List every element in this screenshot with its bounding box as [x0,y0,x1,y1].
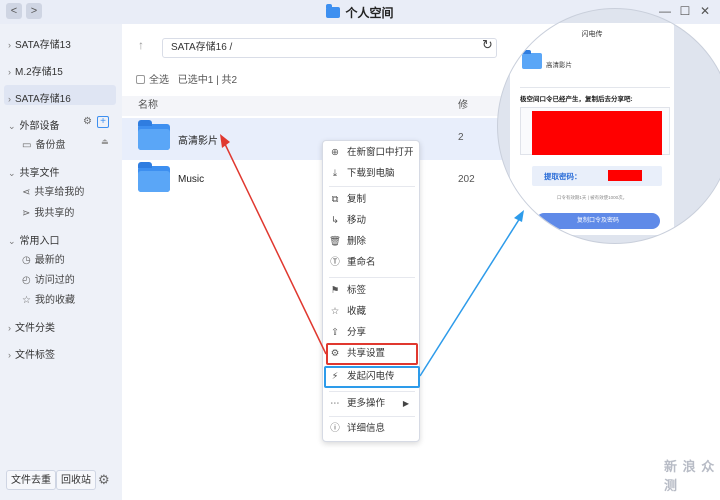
folder-icon [138,120,170,150]
highlight-box-share-settings [326,343,418,365]
add-device-icon[interactable]: + [97,116,109,128]
menu-separator [329,391,415,392]
menu-separator [329,186,415,187]
chevron-down-icon: ⌄ [8,168,16,178]
clock-icon: ◷ [22,255,31,266]
selection-status: 已选中1 | 共2 [177,75,238,86]
menu-separator [329,416,415,417]
menu-item-more[interactable]: ⋯ 更多操作 ▶ [329,395,415,413]
chevron-right-icon: › [8,40,11,50]
menu-item-details[interactable]: ⓘ 详细信息 [329,420,415,438]
sidebar-section-quick[interactable]: ⌄ 常用入口 [8,232,60,247]
context-menu: ⊕ 在新窗口中打开 ⤓ 下载到电脑 ⧉ 复制 ↳ 移动 🗑 删除 Ⓣ 重命名 ⚑ 标签 ☆ 收藏… [322,140,420,442]
file-date: 202 [458,174,475,185]
dialog-folder-name: 高清影片 [546,62,572,69]
sidebar-item-backup[interactable]: ▭ 备份盘 [22,136,65,151]
star-icon: ☆ [330,306,340,317]
file-date: 2 [458,132,464,143]
up-arrow-icon[interactable]: ↑ [138,38,144,52]
redaction-block [608,170,642,181]
selection-row: 全选 已选中1 | 共2 [136,71,237,86]
menu-item-favorite[interactable]: ☆ 收藏 [329,303,415,321]
file-name: Music [178,174,205,185]
column-modified[interactable]: 修 [458,96,468,116]
chevron-down-icon: ⌄ [8,236,16,246]
folder-icon [138,162,170,192]
open-new-window-icon: ⊕ [331,147,339,158]
copy-token-button[interactable]: 复制口令及密码 [536,213,660,229]
column-name[interactable]: 名称 [138,100,158,111]
settings-gear-icon[interactable]: ⚙ [98,472,110,488]
delete-icon: 🗑 [329,236,342,247]
history-icon: ◴ [22,275,31,286]
menu-item-tag[interactable]: ⚑ 标签 [329,282,415,300]
dialog-title: 闪电传 [581,31,603,38]
select-all-label[interactable]: 全选 [149,75,169,86]
file-name: 高清影片 [178,136,218,147]
sidebar-item-recent[interactable]: ◷ 最新的 [22,251,65,266]
share-icon: ⇪ [331,327,339,338]
tag-icon: ⚑ [330,285,340,296]
chevron-right-icon: › [8,350,11,360]
zoom-callout: 闪电传 高清影片 极空间口令已经产生，复制后去分享吧: 提取密码： 口令有效期1… [497,8,720,244]
menu-item-copy[interactable]: ⧉ 复制 [329,191,415,209]
share-out-icon: ⋗ [22,208,31,219]
flash-transfer-dialog: 闪电传 高清影片 极空间口令已经产生，复制后去分享吧: 提取密码： 口令有效期1… [510,23,674,235]
minimize-button[interactable]: — [658,4,672,18]
sidebar-section-external[interactable]: ⌄ 外部设备 [8,117,60,132]
window-title-text: 个人空间 [345,6,394,20]
sidebar-section-categories[interactable]: › 文件分类 [8,319,55,334]
menu-item-delete[interactable]: 🗑 删除 [329,233,415,251]
sidebar: › SATA存储13 › M.2存储15 › SATA存储16 ⌄ 外部设备 ⚙ + ▭… [0,24,122,500]
sidebar-section-shared[interactable]: ⌄ 共享文件 [8,164,60,179]
sidebar-item-m2-15[interactable]: › M.2存储15 [8,63,63,78]
close-button[interactable]: ✕ [698,4,712,18]
sidebar-section-tags[interactable]: › 文件标签 [8,346,55,361]
chevron-right-icon: › [8,94,11,104]
dedupe-button[interactable]: 文件去重 [6,470,56,490]
chevron-right-icon: › [8,67,11,77]
refresh-icon[interactable]: ↻ [482,37,493,53]
redaction-block [532,111,662,155]
sidebar-item-sata16[interactable]: › SATA存储16 [8,90,71,105]
drive-icon: ▭ [22,140,32,151]
sidebar-item-shared-to-me[interactable]: ⋖ 共享给我的 [22,183,84,198]
folder-icon [326,4,341,18]
watermark: 新 浪 众测 [664,459,716,493]
sidebar-item-favorites[interactable]: ☆ 我的收藏 [22,291,75,306]
select-all-checkbox[interactable] [136,75,145,84]
move-icon: ↳ [331,215,339,226]
download-icon: ⤓ [332,168,338,179]
menu-item-share[interactable]: ⇪ 分享 [329,324,415,342]
rename-icon: Ⓣ [330,257,340,268]
folder-icon [522,50,542,69]
star-icon: ☆ [22,295,31,306]
submenu-arrow-icon: ▶ [402,399,409,408]
chevron-down-icon: ⌄ [8,121,16,131]
menu-item-open-new-window[interactable]: ⊕ 在新窗口中打开 [329,144,415,162]
recycle-bin-button[interactable]: 回收站 [56,470,96,490]
chevron-right-icon: › [8,323,11,333]
sidebar-item-sata13[interactable]: › SATA存储13 [8,36,71,51]
eject-icon[interactable]: ⏏ [101,137,109,146]
sidebar-item-visited[interactable]: ◴ 访问过的 [22,271,75,286]
menu-item-move[interactable]: ↳ 移动 [329,212,415,230]
sidebar-item-my-shares[interactable]: ⋗ 我共享的 [22,204,74,219]
menu-item-rename[interactable]: Ⓣ 重命名 [329,254,415,272]
more-icon: ⋯ [330,398,340,409]
maximize-button[interactable]: ☐ [678,4,692,18]
copy-icon: ⧉ [331,194,339,205]
path-bar[interactable]: SATA存储16 / [162,38,497,58]
dialog-note: 极空间口令已经产生，复制后去分享吧: [520,96,633,103]
share-in-icon: ⋖ [22,187,31,198]
code-label: 提取密码： [544,172,582,181]
gear-icon[interactable]: ⚙ [83,116,92,127]
dialog-separator [520,87,670,88]
menu-separator [329,277,415,278]
dialog-hint: 口令有效期1天 | 被有效使1000次。 [556,195,628,200]
menu-item-download[interactable]: ⤓ 下载到电脑 [329,165,415,183]
highlight-box-flash-transfer [324,366,420,388]
info-icon: ⓘ [330,423,340,434]
